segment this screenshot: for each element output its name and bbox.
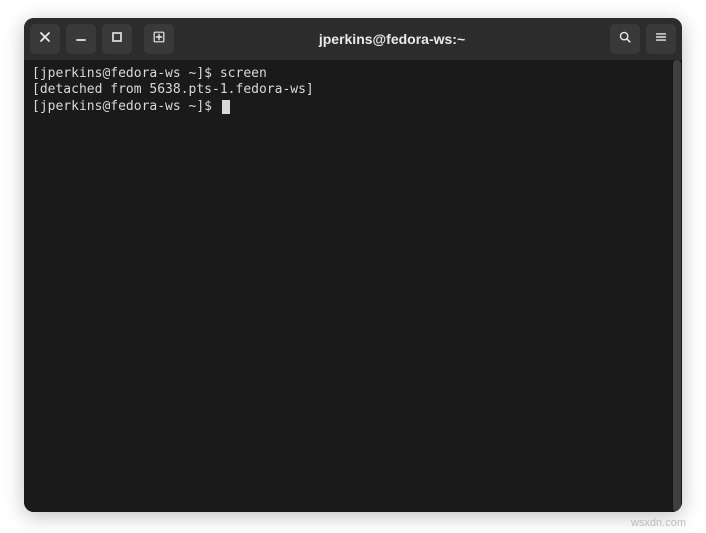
maximize-button[interactable] — [102, 24, 132, 54]
terminal-window: jperkins@fedora-ws:~ [jperkins@fedora-ws… — [24, 18, 682, 512]
minimize-button[interactable] — [66, 24, 96, 54]
minimize-icon — [74, 30, 88, 49]
window-title: jperkins@fedora-ws:~ — [180, 31, 604, 47]
menu-button[interactable] — [646, 24, 676, 54]
search-icon — [618, 30, 632, 49]
scrollbar-thumb[interactable] — [673, 60, 681, 512]
hamburger-icon — [654, 30, 668, 49]
maximize-icon — [110, 30, 124, 49]
terminal-line: [jperkins@fedora-ws ~]$ screen — [32, 66, 674, 82]
close-icon — [38, 30, 52, 49]
search-button[interactable] — [610, 24, 640, 54]
watermark: wsxdn.com — [631, 517, 686, 529]
close-button[interactable] — [30, 24, 60, 54]
terminal-line: [detached from 5638.pts-1.fedora-ws] — [32, 82, 674, 98]
terminal-body[interactable]: [jperkins@fedora-ws ~]$ screen [detached… — [24, 60, 682, 512]
prompt-text: [jperkins@fedora-ws ~]$ — [32, 99, 220, 114]
titlebar-right — [610, 24, 676, 54]
new-tab-button[interactable] — [144, 24, 174, 54]
scrollbar[interactable] — [672, 60, 682, 512]
new-tab-icon — [152, 30, 166, 49]
titlebar: jperkins@fedora-ws:~ — [24, 18, 682, 60]
cursor — [222, 100, 230, 114]
terminal-line: [jperkins@fedora-ws ~]$ — [32, 99, 674, 115]
